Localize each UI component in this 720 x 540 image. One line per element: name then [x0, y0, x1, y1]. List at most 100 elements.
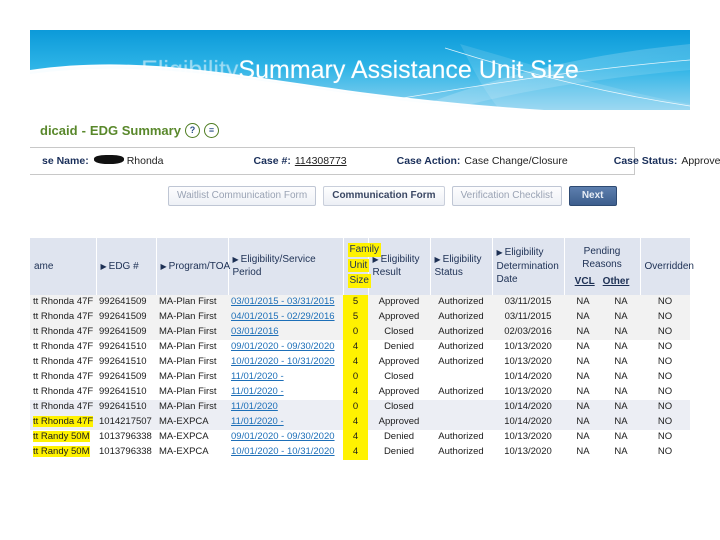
service-period-link-text[interactable]: 11/01/2020 -	[231, 386, 284, 397]
pending-other-cell: NA	[602, 444, 641, 460]
edg-name-cell: tt Rhonda 47F	[30, 294, 96, 310]
column-header-pending-line2: Reasons	[582, 259, 622, 270]
determination-date-cell: 10/13/2020	[492, 429, 564, 445]
case-action-label: Case Action:	[396, 155, 461, 167]
page-title: dicaid - EDG Summary ? ≡	[40, 123, 219, 138]
next-button[interactable]: Next	[568, 186, 617, 206]
case-number-link[interactable]: 114308773	[295, 155, 347, 167]
column-header-period-line2: Period	[232, 267, 262, 279]
eligibility-result-cell: Closed	[368, 399, 430, 415]
service-period-link[interactable]: 09/01/2020 - 09/30/2020	[228, 339, 343, 355]
highlighted-name: tt Randy 50M	[33, 431, 90, 442]
service-period-link-text[interactable]: 09/01/2020 - 09/30/2020	[231, 341, 335, 352]
service-period-link[interactable]: 04/01/2015 - 02/29/2016	[228, 309, 343, 325]
service-period-link[interactable]: 11/01/2020 -	[228, 384, 343, 400]
eligibility-status-cell: Authorized	[430, 339, 492, 355]
column-header-eligibility-status[interactable]: ▶ Eligibility Status	[430, 238, 493, 295]
case-action-value: Case Change/Closure	[464, 155, 568, 167]
edg-number-cell: 992641509	[96, 309, 156, 325]
edg-name-cell: tt Rhonda 47F	[30, 354, 96, 370]
case-info-band: se Name: Rhonda Case #: 114308773 Case A…	[30, 147, 720, 175]
column-header-overridden-label: Overridden	[644, 260, 694, 272]
determination-date-cell: 10/13/2020	[492, 354, 564, 370]
page-title-label: EDG Summary	[89, 123, 181, 138]
pending-reasons-vcl-link[interactable]: VCL	[575, 275, 595, 289]
service-period-link[interactable]: 10/01/2020 - 10/31/2020	[228, 354, 343, 370]
column-header-status-line2: Status	[434, 267, 463, 279]
column-header-family-unit-size[interactable]: Family Unit Size	[343, 238, 381, 295]
service-period-link-text[interactable]: 11/01/2020 -	[231, 416, 284, 427]
determination-date-cell: 03/11/2015	[492, 294, 564, 310]
family-unit-size-cell: 4	[343, 444, 368, 460]
column-header-name[interactable]: ame	[30, 238, 97, 295]
service-period-link[interactable]: 03/01/2015 - 03/31/2015	[228, 294, 343, 310]
column-header-date-line1: Eligibility	[504, 247, 544, 258]
program-toa-cell: MA-EXPCA	[156, 444, 228, 460]
column-header-program[interactable]: ▶ Program/TOA	[156, 238, 230, 295]
program-toa-cell: MA-Plan First	[156, 354, 228, 370]
service-period-link-text[interactable]: 10/01/2020 - 10/31/2020	[231, 446, 335, 457]
edg-table: ame ▶ EDG # ▶ Program/TOA ▶ Eligibility/Ser…	[30, 238, 694, 460]
pending-other-cell: NA	[602, 399, 641, 415]
service-period-link[interactable]: 11/01/2020 -	[228, 414, 343, 430]
edg-name-cell: tt Rhonda 47F	[30, 369, 96, 385]
case-number-label: Case #:	[253, 155, 291, 167]
family-unit-size-cell: 4	[343, 354, 368, 370]
redaction-bar	[93, 155, 124, 164]
service-period-link-text[interactable]: 11/01/2020 -	[231, 371, 284, 382]
service-period-link[interactable]: 11/01/2020	[228, 399, 343, 415]
sort-caret-icon: ▶	[372, 254, 379, 264]
column-header-period[interactable]: ▶ Eligibility/Service Period	[228, 238, 344, 295]
column-header-date-line2: Determination	[496, 260, 559, 272]
slide-banner: Eligibility Summary Assistance Unit Size	[30, 30, 690, 110]
determination-date-cell: 10/13/2020	[492, 339, 564, 355]
edg-number-cell: 1013796338	[96, 444, 156, 460]
case-status-value: Approved	[681, 155, 720, 167]
verification-checklist-button[interactable]: Verification Checklist	[451, 186, 562, 206]
column-header-pending-line1: Pending	[583, 245, 621, 257]
pending-reasons-other-link[interactable]: Other	[603, 275, 630, 289]
pending-vcl-cell: NA	[564, 399, 602, 415]
overridden-cell: NO	[640, 399, 691, 415]
help-icon[interactable]: ?	[184, 123, 200, 138]
overridden-cell: NO	[640, 309, 691, 325]
family-unit-size-cell: 5	[343, 309, 368, 325]
sort-caret-icon: ▶	[496, 248, 503, 257]
pending-other-cell: NA	[602, 294, 641, 310]
eligibility-result-cell: Approved	[368, 294, 430, 310]
edg-name-cell: tt Rhonda 47F	[30, 399, 96, 415]
highlighted-name: tt Randy 50M	[33, 446, 90, 457]
program-toa-cell: MA-EXPCA	[156, 414, 228, 430]
edg-results-grid: ame ▶ EDG # ▶ Program/TOA ▶ Eligibility/Ser…	[30, 238, 694, 460]
service-period-link-text[interactable]: 10/01/2020 - 10/31/2020	[231, 356, 335, 367]
table-row: tt Rhonda 47F 992641509 MA-Plan First 11/01…	[30, 369, 691, 385]
notes-icon[interactable]: ≡	[203, 123, 219, 138]
service-period-link-text[interactable]: 04/01/2015 - 02/29/2016	[231, 311, 335, 322]
waitlist-communication-form-button[interactable]: Waitlist Communication Form	[168, 186, 317, 206]
service-period-link[interactable]: 03/01/2016	[228, 324, 343, 340]
action-button-row: Waitlist Communication Form Communicatio…	[168, 186, 617, 206]
service-period-link[interactable]: 09/01/2020 - 09/30/2020	[228, 429, 343, 445]
column-header-fus-line2: Unit	[347, 258, 370, 272]
communication-form-button[interactable]: Communication Form	[323, 186, 445, 206]
service-period-link-text[interactable]: 11/01/2020	[231, 401, 278, 412]
eligibility-result-cell: Closed	[368, 324, 430, 340]
table-row: tt Randy 50M 1013796338 MA-EXPCA 09/01/2020…	[30, 429, 691, 445]
service-period-link[interactable]: 10/01/2020 - 10/31/2020	[228, 444, 343, 460]
service-period-link-text[interactable]: 03/01/2016	[231, 326, 279, 337]
table-row: tt Rhonda 47F 992641509 MA-Plan First 03/01…	[30, 324, 691, 340]
edg-name-cell: tt Rhonda 47F	[30, 384, 96, 400]
eligibility-status-cell: Authorized	[430, 324, 492, 340]
family-unit-size-cell: 4	[343, 414, 368, 430]
edg-number-cell: 992641510	[96, 399, 156, 415]
column-header-edg[interactable]: ▶ EDG #	[96, 238, 157, 295]
determination-date-cell: 10/14/2020	[492, 399, 564, 415]
service-period-link[interactable]: 11/01/2020 -	[228, 369, 343, 385]
service-period-link-text[interactable]: 03/01/2015 - 03/31/2015	[231, 296, 335, 307]
eligibility-result-cell: Denied	[368, 339, 430, 355]
pending-vcl-cell: NA	[564, 324, 602, 340]
column-header-determination-date[interactable]: ▶ Eligibility Determination Date	[492, 238, 565, 295]
service-period-link-text[interactable]: 09/01/2020 - 09/30/2020	[231, 431, 335, 442]
case-action-field: Case Action: Case Change/Closure	[397, 155, 568, 167]
program-toa-cell: MA-Plan First	[156, 309, 228, 325]
